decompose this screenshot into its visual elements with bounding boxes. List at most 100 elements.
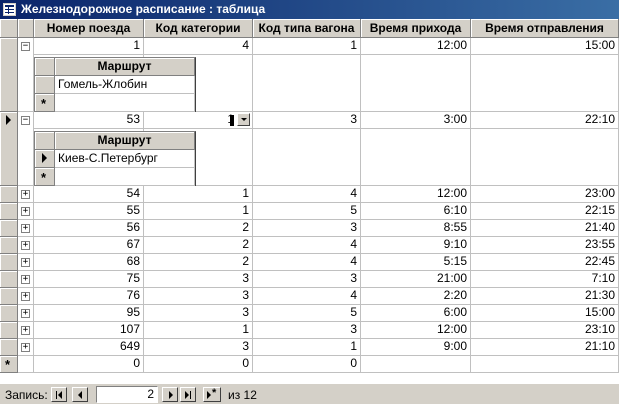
new-cell-arr[interactable] <box>361 356 471 373</box>
cell-cat[interactable]: 1 <box>144 112 253 129</box>
minus-icon[interactable]: − <box>21 42 30 51</box>
column-header-arr[interactable]: Время прихода <box>361 19 471 38</box>
new-cell-num[interactable]: 0 <box>34 356 144 373</box>
record-selector[interactable] <box>0 339 18 356</box>
cell-cat[interactable]: 1 <box>144 322 253 339</box>
column-header-cat[interactable]: Код категории <box>144 19 253 38</box>
sub-column-header-route[interactable]: Маршрут <box>55 58 195 76</box>
sub-column-header-route[interactable]: Маршрут <box>55 132 195 150</box>
record-selector[interactable] <box>0 271 18 288</box>
cell-type[interactable]: 3 <box>253 220 361 237</box>
record-selector[interactable] <box>0 112 18 186</box>
cell-dep[interactable]: 21:40 <box>471 220 619 237</box>
plus-icon[interactable]: + <box>21 275 30 284</box>
cell-dep[interactable]: 23:10 <box>471 322 619 339</box>
cell-num[interactable]: 75 <box>34 271 144 288</box>
cell-type[interactable]: 3 <box>253 271 361 288</box>
record-selector[interactable] <box>0 288 18 305</box>
record-selector[interactable] <box>0 322 18 339</box>
plus-icon[interactable]: + <box>21 343 30 352</box>
cell-arr[interactable]: 5:15 <box>361 254 471 271</box>
sub-new-cell[interactable] <box>55 168 195 186</box>
column-header-type[interactable]: Код типа вагона <box>253 19 361 38</box>
subdatasheet[interactable]: Маршрут Гомель-Жлобин * <box>34 57 196 113</box>
cell-arr[interactable]: 21:00 <box>361 271 471 288</box>
cell-type[interactable]: 5 <box>253 203 361 220</box>
sub-record-selector[interactable] <box>35 76 55 94</box>
cell-cat[interactable]: 3 <box>144 288 253 305</box>
cell-type[interactable]: 3 <box>253 322 361 339</box>
cell-type[interactable]: 4 <box>253 288 361 305</box>
cell-dep[interactable]: 21:10 <box>471 339 619 356</box>
cell-arr[interactable]: 3:00 <box>361 112 471 129</box>
new-cell-dep[interactable] <box>471 356 619 373</box>
cell-num[interactable]: 95 <box>34 305 144 322</box>
datasheet[interactable]: Номер поезда Код категории Код типа вагона… <box>0 19 619 383</box>
plus-icon[interactable]: + <box>21 207 30 216</box>
cell-type[interactable]: 5 <box>253 305 361 322</box>
new-record-button[interactable]: * <box>203 387 221 402</box>
cell-dep[interactable]: 22:45 <box>471 254 619 271</box>
cell-cat[interactable]: 2 <box>144 237 253 254</box>
cell-num[interactable]: 55 <box>34 203 144 220</box>
new-cell-type[interactable]: 0 <box>253 356 361 373</box>
cell-arr[interactable]: 9:10 <box>361 237 471 254</box>
record-number-input[interactable]: 2 <box>96 386 158 403</box>
plus-icon[interactable]: + <box>21 309 30 318</box>
record-selector[interactable] <box>0 220 18 237</box>
plus-icon[interactable]: + <box>21 326 30 335</box>
cell-type[interactable]: 3 <box>253 112 361 129</box>
subdatasheet[interactable]: Маршрут Киев-С.Петербург * <box>34 131 196 187</box>
cell-num[interactable]: 68 <box>34 254 144 271</box>
cell-type[interactable]: 4 <box>253 254 361 271</box>
sub-cell-route[interactable]: Киев-С.Петербург <box>55 150 195 168</box>
cell-cat[interactable]: 1 <box>144 186 253 203</box>
new-cell-cat[interactable]: 0 <box>144 356 253 373</box>
record-selector[interactable] <box>0 254 18 271</box>
sub-new-cell[interactable] <box>55 94 195 112</box>
sub-record-selector[interactable] <box>35 150 55 168</box>
cell-num[interactable]: 1 <box>34 38 144 55</box>
plus-icon[interactable]: + <box>21 224 30 233</box>
sub-cell-route[interactable]: Гомель-Жлобин <box>55 76 195 94</box>
cell-dep[interactable]: 23:00 <box>471 186 619 203</box>
cell-num[interactable]: 67 <box>34 237 144 254</box>
sub-new-record-selector[interactable]: * <box>35 168 55 186</box>
cell-cat[interactable]: 3 <box>144 271 253 288</box>
cell-dep[interactable]: 7:10 <box>471 271 619 288</box>
cell-type[interactable]: 4 <box>253 186 361 203</box>
cell-num[interactable]: 107 <box>34 322 144 339</box>
cell-arr[interactable]: 12:00 <box>361 322 471 339</box>
cell-arr[interactable]: 6:00 <box>361 305 471 322</box>
record-selector[interactable] <box>0 203 18 220</box>
column-header-num[interactable]: Номер поезда <box>34 19 144 38</box>
plus-icon[interactable]: + <box>21 241 30 250</box>
plus-icon[interactable]: + <box>21 258 30 267</box>
cell-type[interactable]: 1 <box>253 339 361 356</box>
previous-record-button[interactable] <box>72 387 88 402</box>
record-selector[interactable] <box>0 186 18 203</box>
cell-type[interactable]: 1 <box>253 38 361 55</box>
cell-num[interactable]: 53 <box>34 112 144 129</box>
cell-type[interactable]: 4 <box>253 237 361 254</box>
cell-num[interactable]: 54 <box>34 186 144 203</box>
cell-dep[interactable]: 23:55 <box>471 237 619 254</box>
new-record-selector[interactable]: * <box>0 356 18 373</box>
minus-icon[interactable]: − <box>21 116 30 125</box>
cell-cat[interactable]: 1 <box>144 203 253 220</box>
cell-arr[interactable]: 12:00 <box>361 38 471 55</box>
cell-arr[interactable]: 8:55 <box>361 220 471 237</box>
cell-num[interactable]: 649 <box>34 339 144 356</box>
cell-cat[interactable]: 2 <box>144 220 253 237</box>
cell-arr[interactable]: 9:00 <box>361 339 471 356</box>
plus-icon[interactable]: + <box>21 190 30 199</box>
sub-select-all[interactable] <box>35 132 55 150</box>
sub-new-record-selector[interactable]: * <box>35 94 55 112</box>
cell-cat[interactable]: 4 <box>144 38 253 55</box>
cell-cat[interactable]: 3 <box>144 305 253 322</box>
column-header-dep[interactable]: Время отправления <box>471 19 619 38</box>
select-all-corner[interactable] <box>0 19 18 38</box>
first-record-button[interactable] <box>51 387 67 402</box>
last-record-button[interactable] <box>180 387 196 402</box>
cell-arr[interactable]: 2:20 <box>361 288 471 305</box>
